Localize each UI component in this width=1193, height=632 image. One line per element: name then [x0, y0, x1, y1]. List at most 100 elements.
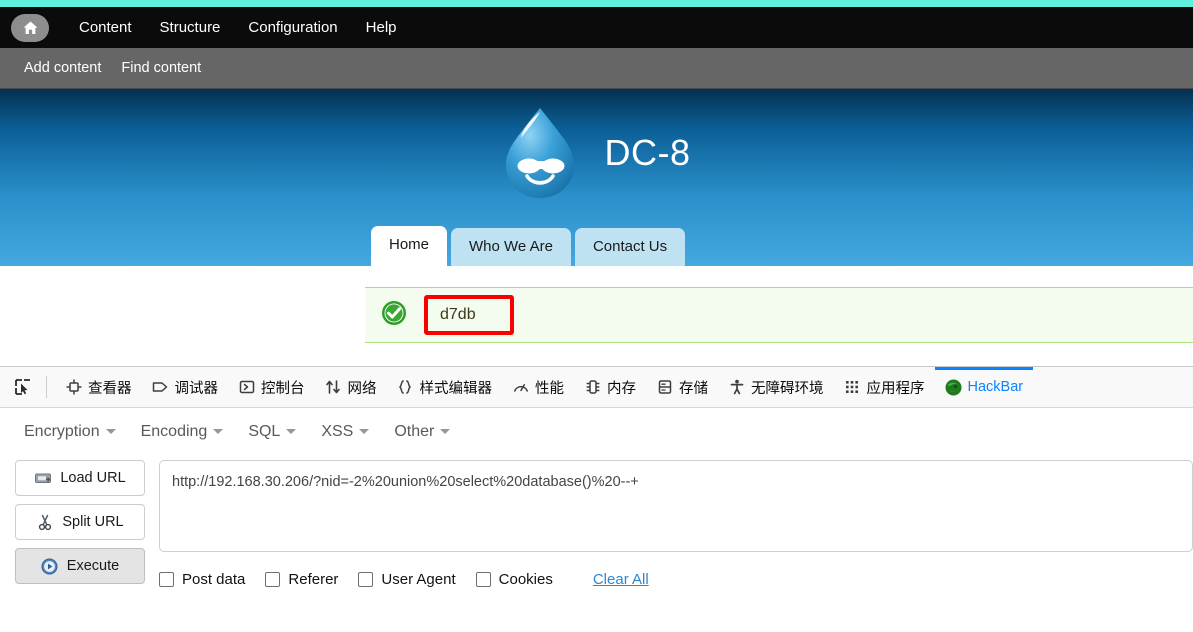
memory-icon: [584, 379, 601, 396]
admin-menu-help[interactable]: Help: [352, 7, 411, 48]
devtools-tab-label: 调试器: [174, 380, 219, 397]
performance-icon: [512, 379, 529, 396]
hackbar-menu-label: Encryption: [24, 423, 100, 440]
chevron-down-icon: [105, 429, 116, 435]
load-url-icon: [34, 469, 52, 487]
devtools-tab-label: 网络: [347, 380, 377, 397]
element-picker-icon[interactable]: [8, 372, 38, 402]
hackbar-menu-sql[interactable]: SQL: [242, 420, 309, 444]
option-post-data[interactable]: Post data: [159, 571, 245, 588]
devtools-tab-label: 存储: [679, 380, 708, 397]
inspector-icon: [65, 379, 82, 396]
clear-all-link[interactable]: Clear All: [593, 571, 649, 588]
admin-menu-content[interactable]: Content: [65, 7, 146, 48]
status-highlight-box: d7db: [424, 294, 514, 336]
site-title: DC-8: [604, 132, 691, 173]
site-nav-tabs: Home Who We Are Contact Us: [371, 226, 686, 266]
admin-subtoolbar: Add content Find content: [0, 48, 1193, 89]
hackbar-panel: Encryption Encoding SQL XSS Other Load U…: [0, 408, 1193, 588]
hackbar-body: Load URL Split URL Execute http://192.16…: [0, 454, 1193, 588]
devtools-tab-label: 样式编辑器: [419, 380, 493, 397]
hackbar-url-area: Post data Referer User Agent Cookies Cle…: [159, 454, 1193, 588]
toolbar-divider: [46, 376, 47, 398]
accessibility-icon: [728, 379, 745, 396]
execute-label: Execute: [66, 558, 120, 574]
chevron-down-icon: [359, 429, 370, 435]
cookies-checkbox[interactable]: [475, 572, 491, 587]
hackbar-menu-label: XSS: [321, 423, 354, 440]
load-url-label: Load URL: [60, 470, 126, 486]
devtools-tab-application[interactable]: 应用程序: [834, 367, 935, 408]
devtools-toolbar: 查看器 调试器 控制台 网络 样式编辑器 性能 内存 存储 无障碍环境 应用程序…: [0, 366, 1193, 408]
admin-submenu-add-content[interactable]: Add content: [14, 60, 111, 76]
devtools-tab-inspector[interactable]: 查看器: [55, 367, 142, 408]
hackbar-menubar: Encryption Encoding SQL XSS Other: [0, 408, 1193, 454]
site-branding: DC-8: [0, 89, 1193, 201]
split-url-button[interactable]: Split URL: [15, 504, 145, 540]
admin-toolbar: Content Structure Configuration Help: [0, 7, 1193, 48]
referer-checkbox[interactable]: [265, 572, 281, 587]
devtools-tab-accessibility[interactable]: 无障碍环境: [718, 367, 834, 408]
url-input[interactable]: [159, 460, 1193, 552]
devtools-tab-label: 控制台: [261, 380, 305, 397]
hackbar-icon: [945, 379, 962, 396]
hackbar-menu-encoding[interactable]: Encoding: [135, 420, 237, 444]
top-accent-strip: [0, 0, 1193, 7]
admin-menu-structure[interactable]: Structure: [146, 7, 235, 48]
option-cookies[interactable]: Cookies: [475, 571, 553, 588]
devtools-tab-style-editor[interactable]: 样式编辑器: [387, 367, 503, 408]
hackbar-action-buttons: Load URL Split URL Execute: [15, 454, 145, 588]
option-referer[interactable]: Referer: [265, 571, 338, 588]
hackbar-menu-encryption[interactable]: Encryption: [18, 420, 129, 444]
nav-tab-who-we-are[interactable]: Who We Are: [451, 228, 571, 266]
option-label: User Agent: [381, 571, 456, 588]
nav-tab-home[interactable]: Home: [371, 226, 448, 266]
hackbar-menu-label: SQL: [248, 423, 281, 440]
devtools-tab-label: 性能: [535, 380, 564, 397]
devtools-tab-storage[interactable]: 存储: [646, 367, 718, 408]
execute-button[interactable]: Execute: [15, 548, 145, 584]
hackbar-menu-other[interactable]: Other: [388, 420, 463, 444]
post-data-checkbox[interactable]: [159, 572, 174, 587]
application-icon: [844, 379, 861, 396]
user-agent-checkbox[interactable]: [358, 572, 374, 587]
debugger-icon: [152, 379, 169, 396]
hackbar-menu-label: Other: [394, 423, 435, 440]
split-url-label: Split URL: [62, 514, 124, 530]
devtools-tab-debugger[interactable]: 调试器: [142, 367, 229, 408]
execute-play-icon: [41, 557, 59, 575]
chevron-down-icon: [440, 429, 451, 435]
devtools-tab-memory[interactable]: 内存: [574, 367, 646, 408]
status-message-text: d7db: [440, 305, 476, 323]
admin-submenu-find-content[interactable]: Find content: [111, 60, 211, 76]
devtools-tab-network[interactable]: 网络: [315, 367, 387, 408]
drupal-droplet-icon: [502, 105, 578, 201]
storage-icon: [656, 379, 673, 396]
load-url-button[interactable]: Load URL: [15, 460, 145, 496]
chevron-down-icon: [286, 429, 297, 435]
home-icon[interactable]: [11, 13, 49, 42]
status-message: d7db: [365, 287, 1193, 343]
devtools-tab-performance[interactable]: 性能: [502, 367, 574, 408]
hackbar-options-row: Post data Referer User Agent Cookies Cle…: [159, 557, 1193, 588]
admin-menu-configuration[interactable]: Configuration: [234, 7, 351, 48]
style-editor-icon: [397, 379, 414, 396]
option-label: Post data: [182, 571, 246, 588]
devtools-tab-label: HackBar: [967, 379, 1024, 395]
option-label: Cookies: [498, 571, 553, 588]
hackbar-menu-xss[interactable]: XSS: [315, 420, 382, 444]
site-header: DC-8 Home Who We Are Contact Us: [0, 89, 1193, 266]
chevron-down-icon: [213, 429, 224, 435]
network-icon: [325, 379, 342, 396]
devtools-tab-hackbar[interactable]: HackBar: [935, 367, 1034, 408]
success-check-icon: [381, 300, 407, 331]
hackbar-menu-label: Encoding: [140, 423, 208, 440]
devtools-tab-console[interactable]: 控制台: [228, 367, 315, 408]
page-content: d7db: [0, 266, 1193, 366]
option-user-agent[interactable]: User Agent: [358, 571, 456, 588]
option-label: Referer: [288, 571, 339, 588]
nav-tab-contact-us[interactable]: Contact Us: [574, 228, 686, 266]
split-url-icon: [36, 513, 54, 531]
devtools-tab-label: 应用程序: [866, 380, 925, 397]
devtools-tab-label: 内存: [607, 380, 636, 397]
